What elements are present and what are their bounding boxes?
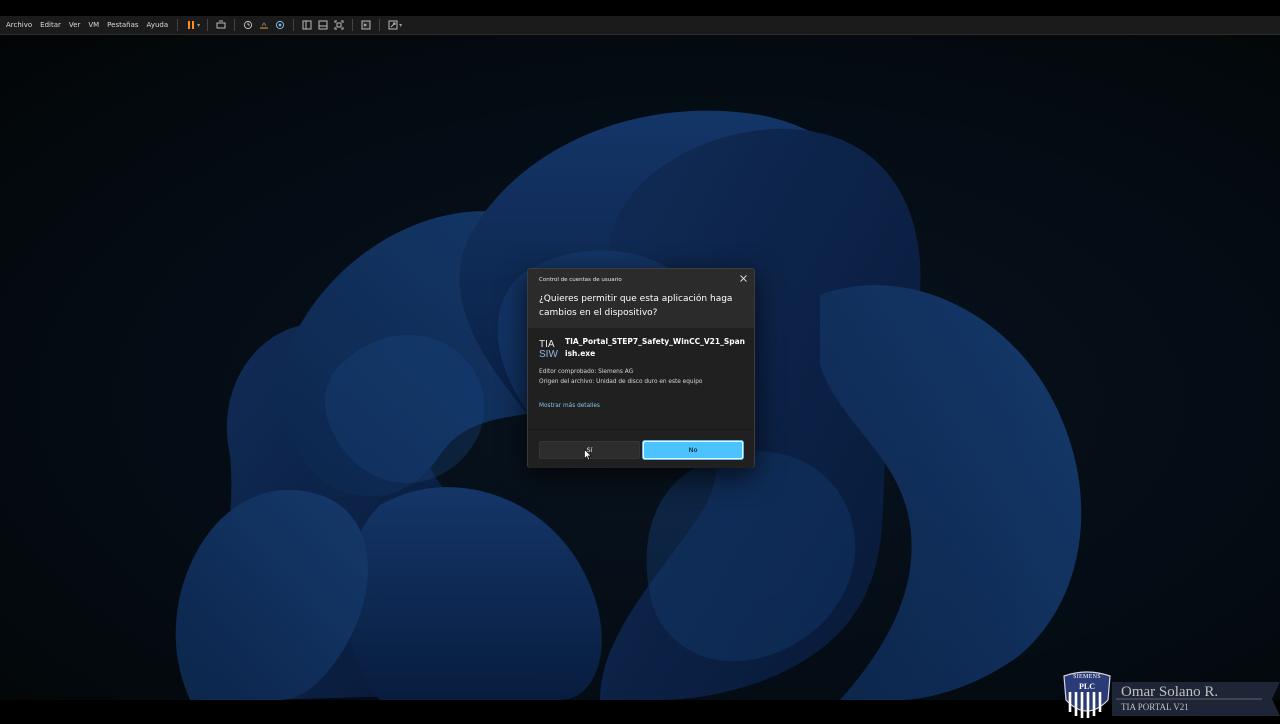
menu-pestanas[interactable]: Pestañas [103,21,142,29]
mouse-pointer-icon [584,446,592,461]
dialog-body: TIA SIW TIA_Portal_STEP7_Safety_WinCC_V2… [528,328,754,429]
channel-watermark: SIEMENS PLC Omar Solano R. TIA PORTAL V2… [1060,670,1280,720]
menu-ver[interactable]: Ver [65,21,84,29]
unity-dropdown-icon[interactable]: ▾ [399,22,402,29]
tia-portal-logo: TIA SIW [539,338,561,360]
no-button[interactable]: No [643,441,743,459]
file-origin: Origen del archivo: Unidad de disco duro… [539,379,703,385]
badge-middle-text: PLC [1079,682,1095,691]
thumbnail-icon[interactable] [316,18,330,32]
toolbar-separator [293,19,295,31]
dialog-footer: Sí No [528,429,754,468]
menu-ayuda[interactable]: Ayuda [143,21,173,29]
fullscreen-icon[interactable] [332,18,346,32]
unity-icon[interactable] [386,18,400,32]
pause-dropdown-icon[interactable]: ▾ [197,22,200,29]
app-logo-bottom-text: SIW [539,349,558,358]
dialog-question: ¿Quieres permitir que esta aplicación ha… [539,294,733,318]
siemens-plc-badge: SIEMENS PLC [1060,670,1114,720]
dialog-caption: Control de cuentas de usuario [539,277,622,283]
watermark-name: Omar Solano R. [1121,684,1219,700]
snapshot-icon[interactable] [241,18,255,32]
vm-menubar: Archivo Editar Ver VM Pestañas Ayuda ▾ ▾ [0,16,1280,35]
menu-vm[interactable]: VM [84,21,103,29]
show-more-details-link[interactable]: Mostrar más detalles [539,403,600,409]
app-filename: TIA_Portal_STEP7_Safety_WinCC_V21_Spanis… [565,337,746,358]
console-icon[interactable] [359,18,373,32]
pause-icon[interactable] [184,18,198,32]
uac-dialog: Control de cuentas de usuario ¿Quieres p… [527,268,755,468]
toolbar-separator [379,19,381,31]
toolbar-separator [177,19,179,31]
menu-archivo[interactable]: Archivo [0,21,36,29]
name-plate: Omar Solano R. TIA PORTAL V21 [1112,682,1280,716]
title-strip [0,0,1280,16]
close-icon[interactable] [737,272,749,284]
toolbar-separator [234,19,236,31]
badge-top-text: SIEMENS [1073,674,1101,680]
toolbar-separator [207,19,209,31]
watermark-subtitle: TIA PORTAL V21 [1121,702,1189,712]
revert-snapshot-icon[interactable] [257,18,271,32]
menu-editar[interactable]: Editar [36,21,65,29]
send-keys-icon[interactable] [214,18,228,32]
toolbar-separator [352,19,354,31]
sidebar-icon[interactable] [300,18,314,32]
manage-snapshots-icon[interactable] [273,18,287,32]
verified-publisher: Editor comprobado: Siemens AG [539,369,634,375]
